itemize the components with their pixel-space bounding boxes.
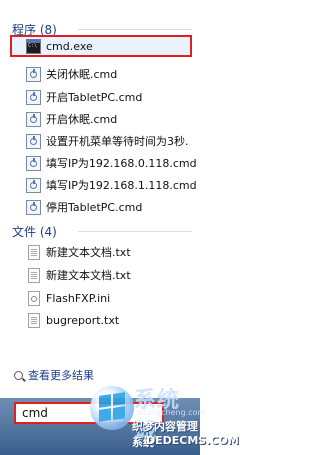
result-item-file[interactable]: 新建文本文档.txt: [26, 242, 200, 262]
cmd-icon: [26, 38, 41, 54]
result-item-label: 填写IP为192.168.0.118.cmd: [46, 157, 197, 170]
search-input-value: cmd: [22, 406, 48, 420]
logo-line2-text: DEDECMS.COM: [146, 434, 239, 447]
see-more-results-link[interactable]: 查看更多结果: [14, 367, 94, 383]
ini-file-icon: [28, 290, 40, 306]
result-item-label: FlashFXP.ini: [46, 291, 111, 305]
result-item-label: cmd.exe: [46, 39, 93, 53]
result-item-file[interactable]: 新建文本文档.txt: [26, 265, 200, 285]
result-item-label: 开启TabletPC.cmd: [46, 91, 143, 104]
files-header-label: 文件 (4): [12, 224, 57, 239]
windows-logo-icon: [90, 386, 134, 430]
result-item-program[interactable]: 开启休眠.cmd: [26, 109, 200, 129]
result-item-file[interactable]: FlashFXP.ini: [26, 288, 200, 308]
result-item-label: 设置开机菜单等待时间为3秒.: [46, 135, 189, 148]
result-item-program[interactable]: 停用TabletPC.cmd: [26, 197, 200, 217]
text-file-icon: [28, 244, 40, 260]
files-divider: [78, 231, 192, 232]
result-item-label: 新建文本文档.txt: [46, 246, 131, 259]
result-item-label: 新建文本文档.txt: [46, 269, 131, 282]
batch-file-icon: [26, 155, 41, 171]
batch-file-icon: [26, 111, 41, 127]
see-more-label: 查看更多结果: [28, 369, 94, 382]
batch-file-icon: [26, 177, 41, 193]
start-menu-results-panel: 程序 (8) cmd.exe 关闭休眠.cmd 开启TabletPC.cmd 开…: [0, 0, 200, 405]
batch-file-icon: [26, 89, 41, 105]
logo-sub-text: xitongcheng.com: [136, 408, 206, 417]
batch-file-icon: [26, 133, 41, 149]
search-icon: [14, 370, 23, 380]
files-section-header: 文件 (4): [12, 222, 57, 240]
result-item-cmd-exe[interactable]: cmd.exe: [26, 36, 200, 56]
result-item-file[interactable]: bugreport.txt: [26, 310, 200, 330]
programs-divider: [78, 29, 192, 30]
result-item-label: 开启休眠.cmd: [46, 113, 118, 126]
result-item-program[interactable]: 开启TabletPC.cmd: [26, 87, 200, 107]
result-item-program[interactable]: 填写IP为192.168.1.118.cmd: [26, 175, 200, 195]
result-item-label: 填写IP为192.168.1.118.cmd: [46, 179, 197, 192]
result-item-label: 停用TabletPC.cmd: [46, 201, 143, 214]
result-item-program[interactable]: 设置开机菜单等待时间为3秒.: [26, 131, 200, 151]
batch-file-icon: [26, 66, 41, 82]
result-item-label: bugreport.txt: [46, 313, 120, 327]
text-file-icon: [28, 312, 40, 328]
result-item-label: 关闭休眠.cmd: [46, 68, 118, 81]
watermark-logo: 系统城 xitongcheng.com 织梦内容管理系统 DEDECMS.COM: [88, 380, 239, 455]
text-file-icon: [28, 267, 40, 283]
batch-file-icon: [26, 199, 41, 215]
result-item-program[interactable]: 关闭休眠.cmd: [26, 64, 200, 84]
result-item-program[interactable]: 填写IP为192.168.0.118.cmd: [26, 153, 200, 173]
